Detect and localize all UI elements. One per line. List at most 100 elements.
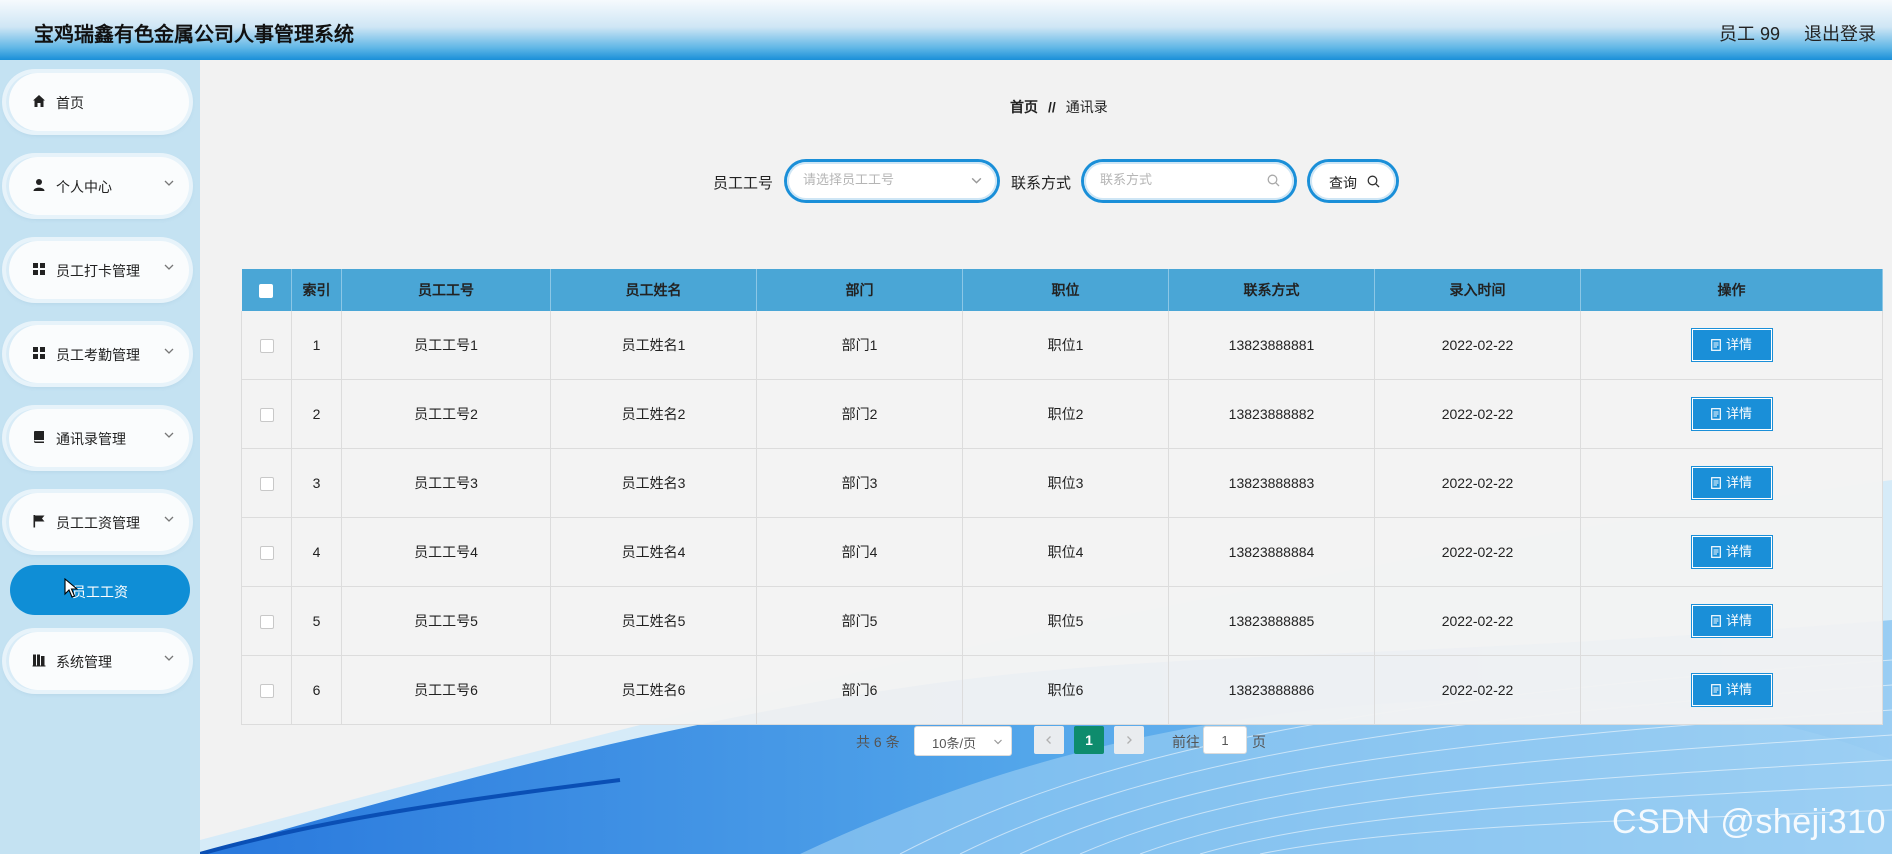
row-checkbox[interactable] <box>259 615 274 630</box>
watermark-text: CSDN @sheji310 <box>1612 803 1886 841</box>
detail-button-label: 详情 <box>1725 406 1752 421</box>
cell-index: 4 <box>291 517 342 587</box>
search-icon <box>1267 174 1280 187</box>
page-number-current[interactable]: 1 <box>1074 726 1104 754</box>
cell-position: 职位4 <box>962 517 1169 587</box>
column-header: 部门 <box>756 269 963 311</box>
detail-button[interactable]: 详情 <box>1692 537 1771 567</box>
cell-name: 员工姓名3 <box>550 448 757 518</box>
cell-contact: 13823888884 <box>1168 517 1375 587</box>
cell-position: 职位1 <box>962 311 1169 380</box>
contact-search-field[interactable] <box>1084 162 1294 200</box>
library-icon <box>32 654 46 667</box>
row-select-cell <box>241 311 292 380</box>
cell-action: 详情 <box>1580 517 1883 587</box>
logout-link[interactable]: 退出登录 <box>1804 20 1876 46</box>
main-content: 首页 // 通讯录 员工工号 联系方式 查询 索引 员工工号 员工姓名 部门 <box>200 60 1892 854</box>
row-checkbox[interactable] <box>259 546 274 561</box>
detail-button[interactable]: 详情 <box>1692 675 1771 705</box>
pagination-total: 共 6 条 <box>856 734 900 750</box>
detail-button[interactable]: 详情 <box>1692 468 1771 498</box>
row-select-cell <box>241 379 292 449</box>
sidebar-item-contacts[interactable]: 通讯录管理 <box>6 409 189 467</box>
search-icon <box>1367 175 1380 188</box>
cell-contact: 13823888886 <box>1168 655 1375 725</box>
row-checkbox[interactable] <box>259 408 274 423</box>
contact-input[interactable] <box>1098 171 1252 188</box>
cell-action: 详情 <box>1580 655 1883 725</box>
detail-button[interactable]: 详情 <box>1692 606 1771 636</box>
sidebar-item-salary[interactable]: 员工工资管理 <box>6 493 189 551</box>
chevron-down-icon <box>164 348 174 354</box>
goto-page-input[interactable] <box>1203 726 1247 754</box>
chevron-down-icon <box>971 177 982 184</box>
row-checkbox[interactable] <box>259 339 274 354</box>
cell-index: 1 <box>291 311 342 380</box>
detail-button-label: 详情 <box>1725 337 1752 352</box>
column-header: 联系方式 <box>1168 269 1375 311</box>
cell-emp-no: 员工工号2 <box>341 379 551 449</box>
document-icon <box>1711 477 1721 489</box>
cell-contact: 13823888885 <box>1168 586 1375 656</box>
emp-no-select[interactable] <box>787 162 997 200</box>
goto-label: 前往 <box>1172 734 1200 750</box>
prev-page-button[interactable] <box>1034 726 1064 754</box>
query-button[interactable]: 查询 <box>1310 162 1396 200</box>
table-header-row: 索引 员工工号 员工姓名 部门 职位 联系方式 录入时间 操作 <box>241 269 1883 311</box>
sidebar-item-label: 个人中心 <box>56 179 112 195</box>
row-select-cell <box>241 655 292 725</box>
next-page-button[interactable] <box>1114 726 1144 754</box>
sidebar-item-attendance[interactable]: 员工考勤管理 <box>6 325 189 383</box>
select-all-checkbox[interactable] <box>259 284 274 299</box>
row-checkbox[interactable] <box>259 477 274 492</box>
grid-icon <box>33 347 45 359</box>
document-icon <box>1711 684 1721 696</box>
query-button-label: 查询 <box>1329 175 1357 191</box>
sidebar-subitem-employee-salary[interactable]: 员工工资 <box>10 565 190 615</box>
cell-emp-no: 员工工号1 <box>341 311 551 380</box>
sidebar-item-clock-in[interactable]: 员工打卡管理 <box>6 241 189 299</box>
cell-index: 3 <box>291 448 342 518</box>
row-checkbox[interactable] <box>259 684 274 699</box>
cell-emp-no: 员工工号3 <box>341 448 551 518</box>
cell-dept: 部门2 <box>756 379 963 449</box>
cell-dept: 部门1 <box>756 311 963 380</box>
sidebar-item-personal-center[interactable]: 个人中心 <box>6 157 189 215</box>
sidebar-item-home[interactable]: 首页 <box>6 73 189 131</box>
chevron-right-icon <box>1127 736 1132 744</box>
table-row: 2 员工工号2 员工姓名2 部门2 职位2 13823888882 2022-0… <box>241 379 1883 449</box>
document-icon <box>1711 546 1721 558</box>
detail-button[interactable]: 详情 <box>1692 399 1771 429</box>
column-header: 操作 <box>1580 269 1883 311</box>
breadcrumb-current: 通讯录 <box>1065 99 1108 115</box>
select-all-cell[interactable] <box>241 269 292 311</box>
cell-dept: 部门6 <box>756 655 963 725</box>
mouse-cursor-icon <box>64 578 78 598</box>
emp-no-input[interactable] <box>801 171 955 188</box>
sidebar-item-label: 员工打卡管理 <box>56 263 140 279</box>
table-row: 6 员工工号6 员工姓名6 部门6 职位6 13823888886 2022-0… <box>241 655 1883 725</box>
document-icon <box>1711 615 1721 627</box>
detail-button[interactable]: 详情 <box>1692 330 1771 360</box>
sidebar-item-system[interactable]: 系统管理 <box>6 632 189 690</box>
page-size-select[interactable]: 10条/页 <box>914 726 1012 756</box>
cell-time: 2022-02-22 <box>1374 448 1581 518</box>
cell-time: 2022-02-22 <box>1374 517 1581 587</box>
cell-position: 职位5 <box>962 586 1169 656</box>
cell-position: 职位3 <box>962 448 1169 518</box>
sidebar-item-label: 通讯录管理 <box>56 431 126 447</box>
cell-name: 员工姓名2 <box>550 379 757 449</box>
cell-emp-no: 员工工号5 <box>341 586 551 656</box>
app-title: 宝鸡瑞鑫有色金属公司人事管理系统 <box>34 24 354 46</box>
contacts-table: 索引 员工工号 员工姓名 部门 职位 联系方式 录入时间 操作 1 员工工号1 … <box>241 269 1883 725</box>
breadcrumb-home[interactable]: 首页 <box>1010 99 1038 115</box>
cell-position: 职位2 <box>962 379 1169 449</box>
cell-time: 2022-02-22 <box>1374 311 1581 380</box>
contact-label: 联系方式 <box>1011 175 1072 192</box>
column-header: 员工工号 <box>341 269 551 311</box>
detail-button-label: 详情 <box>1725 613 1752 628</box>
book-icon <box>34 431 44 443</box>
user-icon <box>33 179 45 191</box>
home-icon <box>33 95 45 107</box>
chevron-down-icon <box>164 180 174 186</box>
